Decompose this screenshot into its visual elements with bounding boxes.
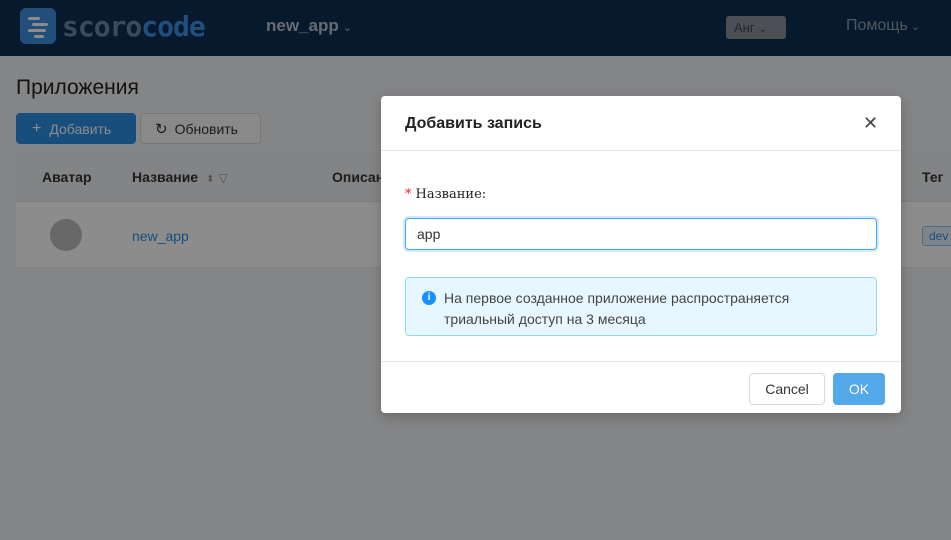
dialog-title: Добавить запись xyxy=(405,115,542,132)
add-record-dialog: Добавить запись ✕ *Название: i На первое… xyxy=(381,96,901,413)
alert-line-1: На первое созданное приложение распростр… xyxy=(444,290,790,306)
name-field-label-text: Название xyxy=(415,187,482,202)
cancel-button[interactable]: Cancel xyxy=(749,373,825,405)
ok-button[interactable]: OK xyxy=(833,373,885,405)
dialog-header: Добавить запись ✕ xyxy=(381,96,901,151)
name-input[interactable] xyxy=(405,218,877,250)
close-icon[interactable]: ✕ xyxy=(863,113,878,134)
trial-info-alert: i На первое созданное приложение распрос… xyxy=(405,277,877,336)
info-icon: i xyxy=(422,291,436,305)
alert-line-2: триальный доступ на 3 месяца xyxy=(444,311,646,327)
name-field-label: * Название: xyxy=(405,187,486,202)
dialog-footer: Cancel OK xyxy=(381,361,901,413)
name-field-colon: : xyxy=(481,187,487,202)
required-marker: * xyxy=(405,187,412,202)
